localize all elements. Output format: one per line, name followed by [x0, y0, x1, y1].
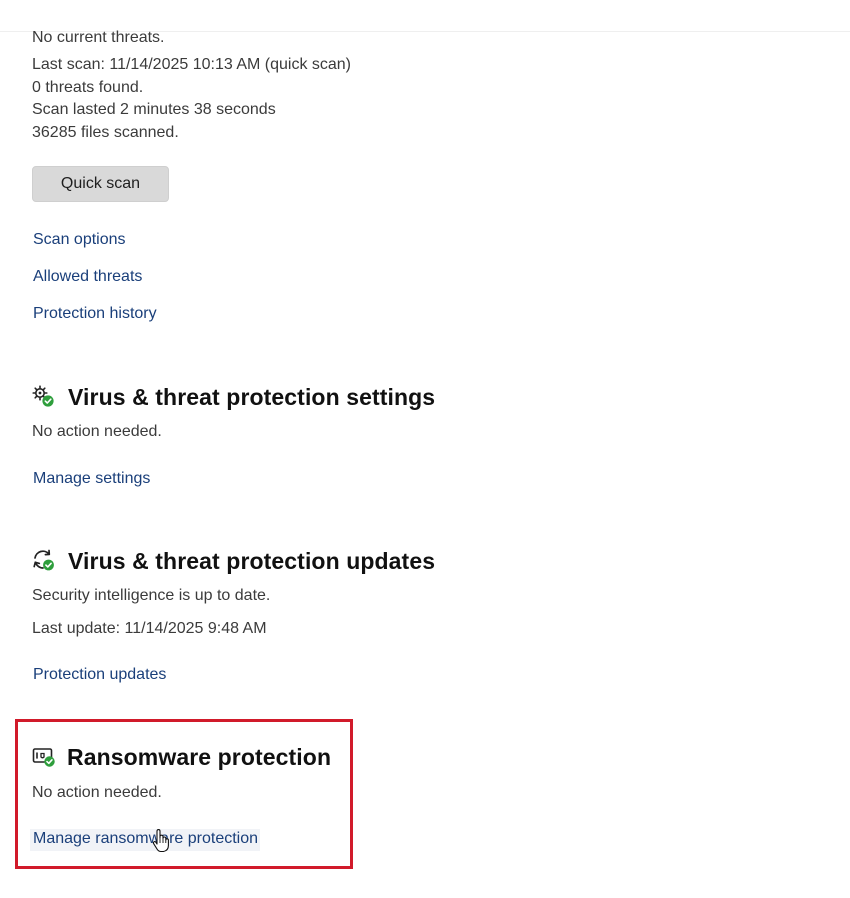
- protection-history-link[interactable]: Protection history: [33, 304, 157, 324]
- refresh-check-icon: [33, 549, 54, 571]
- manage-settings-link[interactable]: Manage settings: [33, 469, 150, 489]
- folder-shield-check-icon: [32, 748, 55, 767]
- scan-options-link[interactable]: Scan options: [33, 230, 126, 250]
- gear-check-icon: [32, 385, 54, 407]
- updates-section-title: Virus & threat protection updates: [68, 548, 436, 574]
- files-scanned-text: 36285 files scanned.: [32, 124, 179, 141]
- hand-cursor-icon: [152, 829, 169, 853]
- quick-scan-button[interactable]: Quick scan: [32, 166, 169, 202]
- last-update-text: Last update: 11/14/2025 9:48 AM: [32, 620, 267, 637]
- last-scan-text: Last scan: 11/14/2025 10:13 AM (quick sc…: [32, 56, 352, 73]
- updates-status-text: Security intelligence is up to date.: [32, 587, 271, 604]
- protection-updates-link[interactable]: Protection updates: [33, 665, 166, 685]
- threats-found-text: 0 threats found.: [32, 79, 144, 96]
- scan-duration-text: Scan lasted 2 minutes 38 seconds: [32, 101, 276, 118]
- ransomware-section-title: Ransomware protection: [67, 744, 332, 770]
- threat-status-text: No current threats.: [32, 29, 165, 46]
- manage-ransomware-protection-link[interactable]: Manage ransomware protection: [33, 829, 258, 849]
- settings-status-text: No action needed.: [32, 423, 162, 440]
- settings-section-title: Virus & threat protection settings: [68, 384, 436, 410]
- allowed-threats-link[interactable]: Allowed threats: [33, 267, 142, 287]
- ransomware-status-text: No action needed.: [32, 784, 162, 801]
